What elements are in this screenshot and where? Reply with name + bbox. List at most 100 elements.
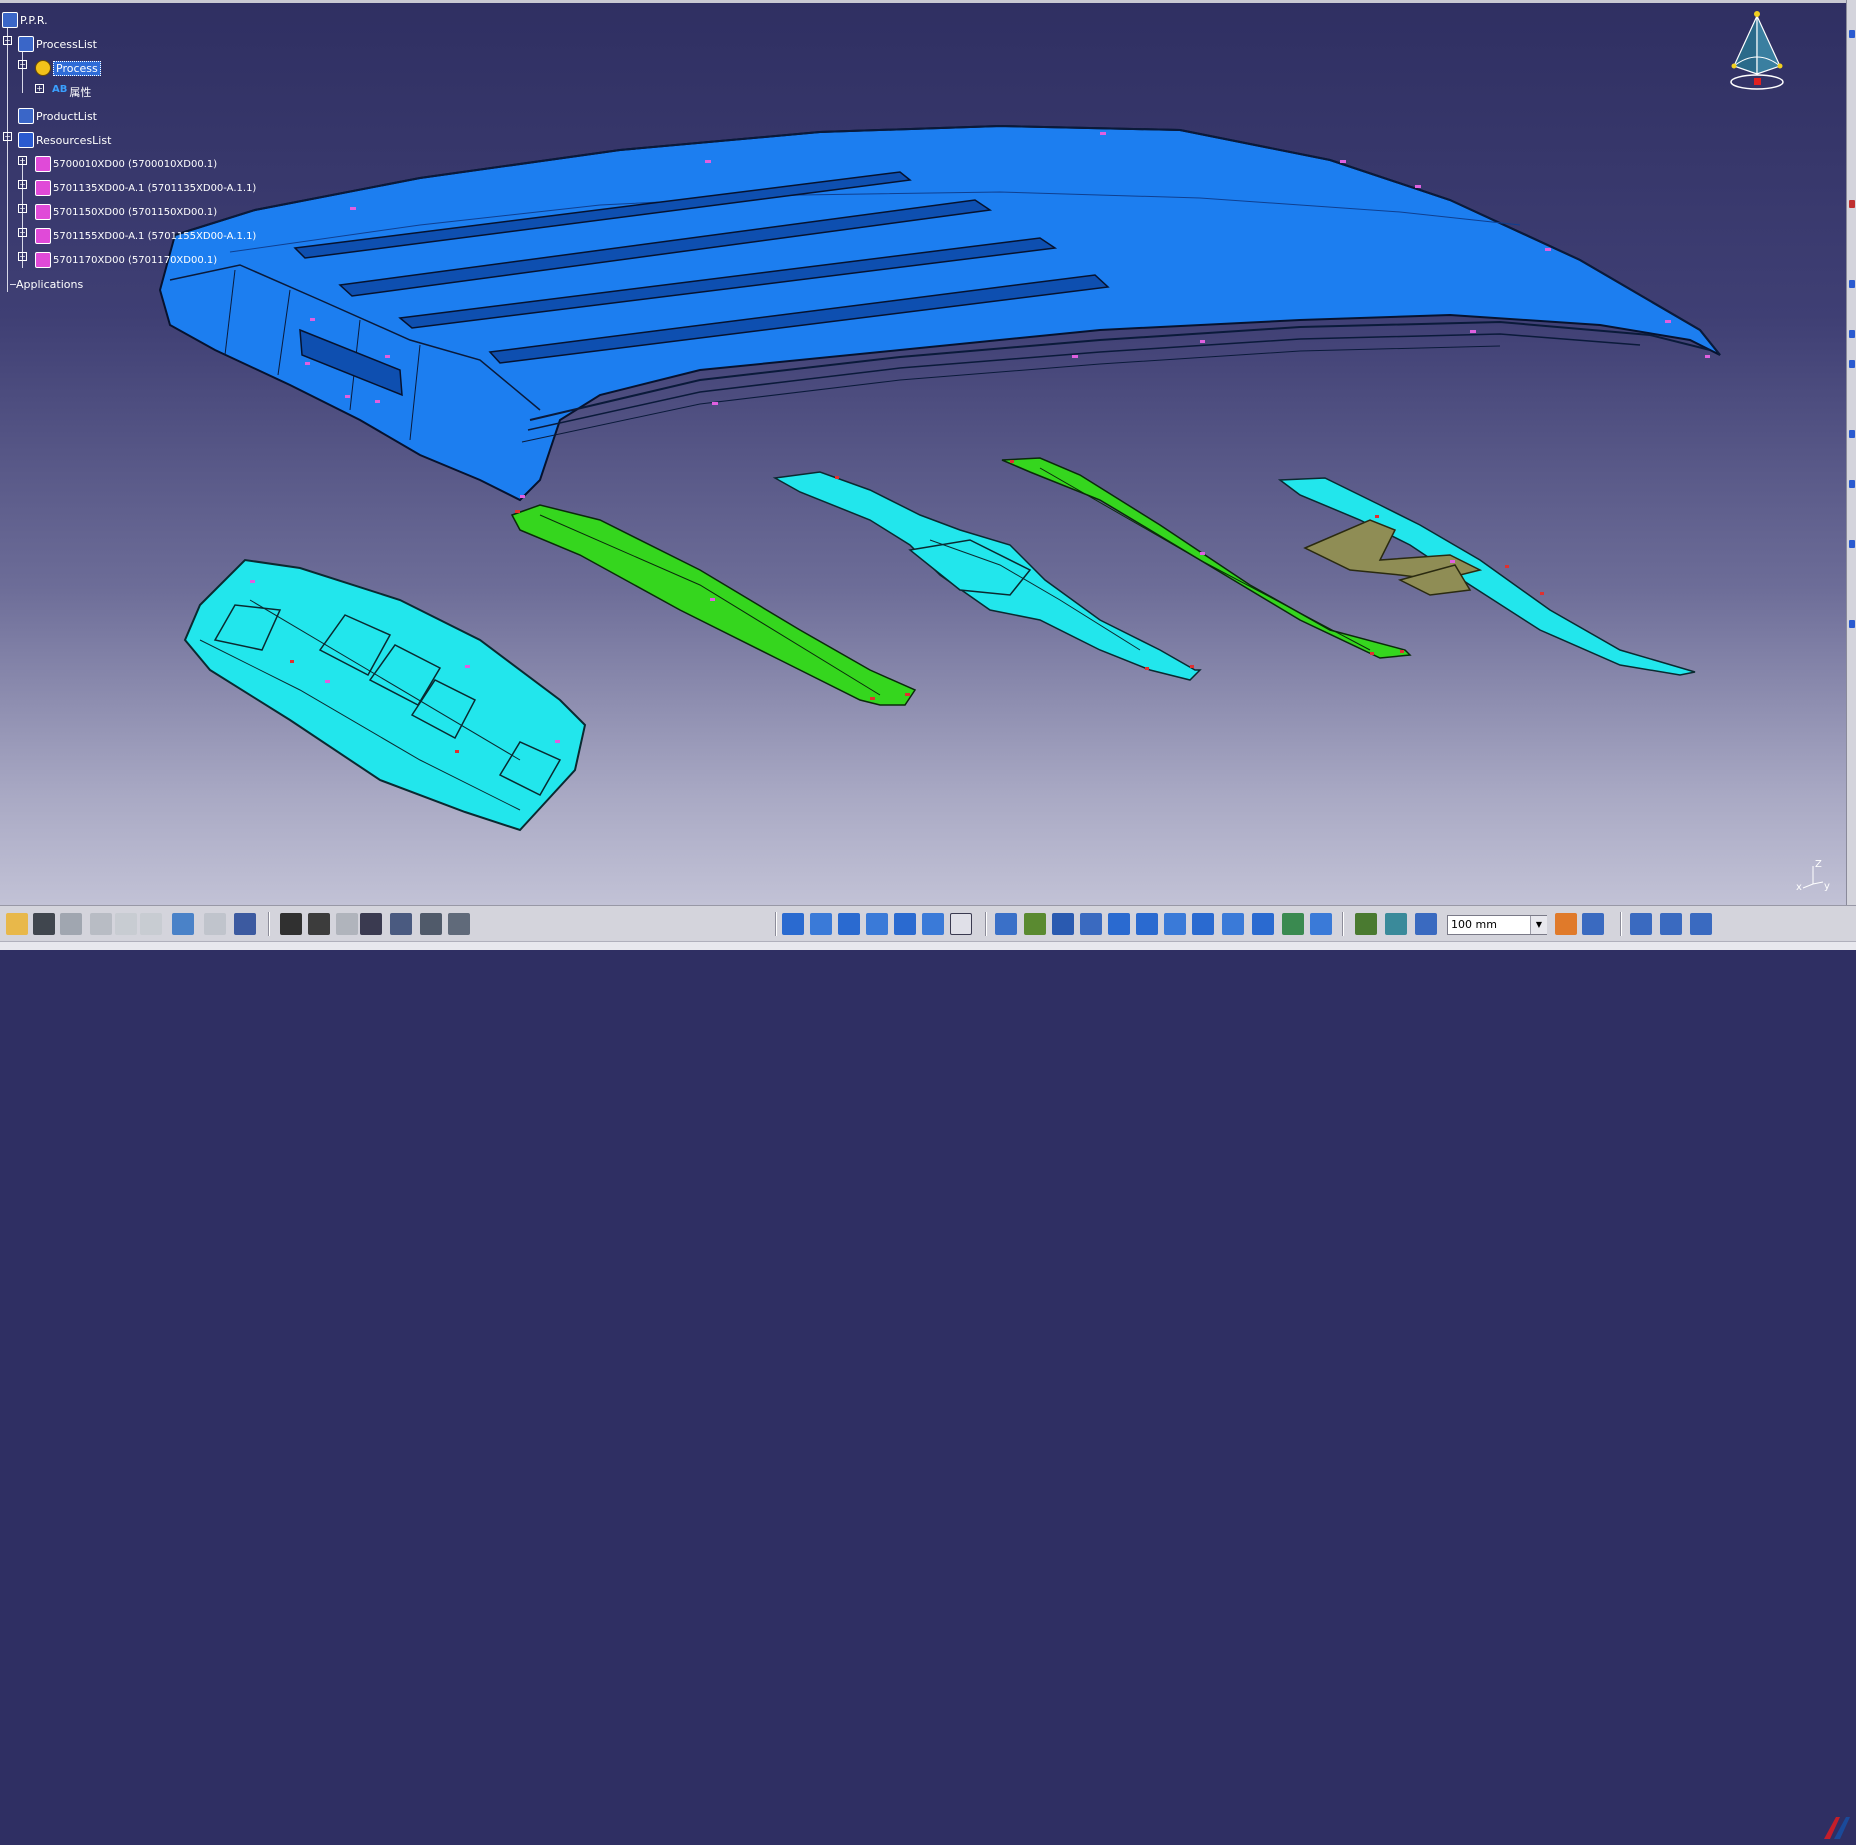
expander-processlist[interactable]: −: [3, 36, 12, 45]
section-icon[interactable]: [1415, 913, 1437, 935]
shading-icon[interactable]: [1252, 913, 1274, 935]
manipulate-icon[interactable]: [1555, 913, 1577, 935]
expander-resource-3[interactable]: +: [18, 228, 27, 237]
cylinder-4-icon[interactable]: [866, 913, 888, 935]
top-border: [0, 0, 1856, 3]
swap-icon[interactable]: [1310, 913, 1332, 935]
part-icon: [35, 252, 51, 268]
expander-resource-1[interactable]: +: [18, 180, 27, 189]
save-icon[interactable]: [33, 913, 55, 935]
options-2-icon[interactable]: [1690, 913, 1712, 935]
comment-icon[interactable]: [308, 913, 330, 935]
tree-label-processlist: ProcessList: [36, 37, 97, 51]
axis-y-label: y: [1824, 881, 1830, 892]
separator: [775, 912, 777, 936]
tool-icon[interactable]: [1849, 540, 1855, 548]
multi-view-icon[interactable]: [1192, 913, 1214, 935]
model-canvas[interactable]: [0, 0, 1846, 905]
tree-label-applications: Applications: [16, 277, 84, 291]
normal-view-icon[interactable]: [1164, 913, 1186, 935]
compass-tool-icon[interactable]: [1355, 913, 1377, 935]
tree-icon[interactable]: [390, 913, 412, 935]
tree-node-process[interactable]: Process: [35, 58, 101, 78]
zoom-step-value: 100 mm: [1451, 918, 1497, 931]
catalog-icon[interactable]: [420, 913, 442, 935]
attribute-icon: AB: [52, 84, 68, 95]
snap-icon[interactable]: [1385, 913, 1407, 935]
tree-node-resource[interactable]: 5701135XD00-A.1 (5701135XD00-A.1.1): [35, 178, 256, 198]
cylinder-1-icon[interactable]: [782, 913, 804, 935]
expander-attr[interactable]: +: [35, 84, 44, 93]
link-icon[interactable]: [336, 913, 358, 935]
tree-label-attr: 属性: [69, 86, 92, 99]
tree-node-productlist[interactable]: ProductList: [18, 106, 97, 126]
zoom-out-icon[interactable]: [1136, 913, 1158, 935]
dassault-logo: [1824, 1817, 1850, 1839]
measure-icon[interactable]: [448, 913, 470, 935]
formula-icon[interactable]: [280, 913, 302, 935]
whats-this-icon[interactable]: [234, 913, 256, 935]
iso-view-icon[interactable]: [1222, 913, 1244, 935]
part-icon: [35, 180, 51, 196]
table-icon[interactable]: [360, 913, 382, 935]
fly-icon[interactable]: [995, 913, 1017, 935]
expander-resource-2[interactable]: +: [18, 204, 27, 213]
roof-bow-4[interactable]: [1277, 477, 1696, 676]
cylinder-5-icon[interactable]: [894, 913, 916, 935]
compass-icon[interactable]: [1722, 8, 1792, 94]
expander-process[interactable]: −: [18, 60, 27, 69]
tool-icon[interactable]: [1849, 200, 1855, 208]
paste-icon[interactable]: [140, 913, 162, 935]
tool-icon[interactable]: [1849, 30, 1855, 38]
bottom-toolbar[interactable]: 100 mm ▼: [0, 905, 1856, 1839]
right-toolbar[interactable]: [1846, 0, 1856, 905]
separator: [268, 912, 270, 936]
expander-resourceslist[interactable]: −: [3, 132, 12, 141]
tree-node-resource[interactable]: 5701170XD00 (5701170XD00.1): [35, 250, 217, 270]
tools-icon[interactable]: [1630, 913, 1652, 935]
productlist-icon: [18, 108, 34, 124]
hide-show-icon[interactable]: [1282, 913, 1304, 935]
tree-node-ppr[interactable]: P.P.R.: [2, 10, 48, 30]
cylinder-2-icon[interactable]: [810, 913, 832, 935]
options-icon[interactable]: [1660, 913, 1682, 935]
expander-resource-0[interactable]: +: [18, 156, 27, 165]
cylinder-3-icon[interactable]: [838, 913, 860, 935]
undo-icon[interactable]: [172, 913, 194, 935]
fit-all-icon[interactable]: [1024, 913, 1046, 935]
expander-resource-4[interactable]: +: [18, 252, 27, 261]
help-icon[interactable]: [950, 913, 972, 935]
tree-node-applications[interactable]: Applications: [10, 274, 83, 294]
tree-node-resourceslist[interactable]: ResourcesList: [18, 130, 111, 150]
tool-icon[interactable]: [1849, 330, 1855, 338]
cylinder-6-icon[interactable]: [922, 913, 944, 935]
resourceslist-icon: [18, 132, 34, 148]
tree-node-resource[interactable]: 5701155XD00-A.1 (5701155XD00-A.1.1): [35, 226, 256, 246]
tree-node-processlist[interactable]: ProcessList: [18, 34, 97, 54]
roof-panel[interactable]: [158, 124, 1721, 502]
print-icon[interactable]: [60, 913, 82, 935]
redo-icon[interactable]: [204, 913, 226, 935]
zoom-in-icon[interactable]: [1108, 913, 1130, 935]
analysis-icon[interactable]: [1582, 913, 1604, 935]
tool-icon[interactable]: [1849, 620, 1855, 628]
open-icon[interactable]: [6, 913, 28, 935]
tool-icon[interactable]: [1849, 360, 1855, 368]
3d-viewport[interactable]: P.P.R. − ProcessList − Process + AB 属性 P…: [0, 0, 1846, 905]
tool-icon[interactable]: [1849, 430, 1855, 438]
rotate-icon[interactable]: [1080, 913, 1102, 935]
tree-label-productlist: ProductList: [36, 109, 97, 123]
pan-icon[interactable]: [1052, 913, 1074, 935]
roof-rail-1[interactable]: [510, 504, 917, 706]
axis-x-label: x: [1796, 882, 1802, 892]
chevron-down-icon[interactable]: ▼: [1530, 916, 1547, 934]
cut-icon[interactable]: [90, 913, 112, 935]
tree-node-resource[interactable]: 5701150XD00 (5701150XD00.1): [35, 202, 217, 222]
copy-icon[interactable]: [115, 913, 137, 935]
rear-panel[interactable]: [183, 558, 587, 832]
tree-node-resource[interactable]: 5700010XD00 (5700010XD00.1): [35, 154, 217, 174]
tree-node-attr[interactable]: AB 属性: [52, 82, 91, 102]
tool-icon[interactable]: [1849, 480, 1855, 488]
roof-bow-2[interactable]: [772, 471, 1202, 681]
tool-icon[interactable]: [1849, 280, 1855, 288]
